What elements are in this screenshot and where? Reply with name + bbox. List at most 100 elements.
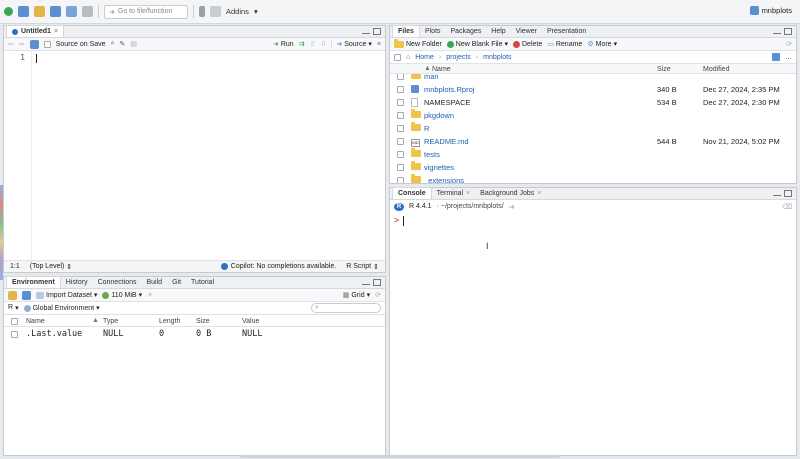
- tab-tutorial[interactable]: Tutorial: [186, 276, 219, 288]
- language-dropdown[interactable]: R ▾: [8, 304, 19, 312]
- tab-connections[interactable]: Connections: [93, 276, 142, 288]
- outline-icon[interactable]: ≡: [377, 41, 381, 48]
- tab-build[interactable]: Build: [142, 276, 168, 288]
- scope-dropdown[interactable]: (Top Level) ⇕: [30, 263, 73, 271]
- minimize-icon[interactable]: [362, 28, 370, 34]
- tab-packages[interactable]: Packages: [446, 25, 487, 37]
- table-row[interactable]: .Last.value NULL 0 0 B NULL: [4, 328, 385, 341]
- go-down-icon[interactable]: ⇩: [320, 40, 326, 48]
- rename-button[interactable]: ▭ Rename: [547, 40, 582, 49]
- file-name[interactable]: tests: [424, 150, 440, 159]
- env-search-input[interactable]: ⌕: [311, 303, 381, 313]
- list-item[interactable]: mnbplots.Rproj 340 B Dec 27, 2024, 2:35 PM: [390, 83, 796, 96]
- close-icon[interactable]: ×: [466, 190, 470, 197]
- clear-console-icon[interactable]: ⌫: [782, 203, 792, 211]
- refresh-icon[interactable]: ⟳: [786, 40, 792, 48]
- tab-history[interactable]: History: [61, 276, 93, 288]
- select-all-checkbox[interactable]: [11, 318, 18, 325]
- list-item[interactable]: _extensions: [390, 174, 796, 183]
- maximize-icon[interactable]: [784, 190, 792, 197]
- file-name[interactable]: _extensions: [424, 176, 464, 183]
- save-icon[interactable]: [50, 6, 61, 17]
- view-mode-dropdown[interactable]: ▦ Grid ▾: [343, 291, 370, 300]
- row-checkbox[interactable]: [397, 74, 404, 80]
- minimize-icon[interactable]: [773, 28, 781, 34]
- save-icon[interactable]: [29, 39, 39, 49]
- row-checkbox[interactable]: [397, 177, 404, 183]
- vcs-icon[interactable]: [199, 6, 205, 17]
- wand-icon[interactable]: ✎: [119, 40, 125, 48]
- maximize-icon[interactable]: [373, 279, 381, 286]
- open-file-icon[interactable]: [34, 6, 45, 17]
- go-up-icon[interactable]: ⇧: [310, 40, 316, 48]
- tab-viewer[interactable]: Viewer: [511, 25, 542, 37]
- tab-help[interactable]: Help: [486, 25, 510, 37]
- file-name[interactable]: README.md: [424, 137, 469, 146]
- memory-usage[interactable]: 110 MiB ▾: [102, 291, 142, 299]
- file-name[interactable]: R: [424, 124, 429, 133]
- close-icon[interactable]: ×: [537, 190, 541, 197]
- import-dataset-button[interactable]: Import Dataset ▾: [36, 291, 97, 299]
- search-icon[interactable]: ⌕: [111, 40, 115, 48]
- tab-environment[interactable]: Environment: [6, 276, 61, 288]
- source-button[interactable]: ➜ Source ▾: [331, 40, 372, 48]
- select-all-checkbox[interactable]: [394, 53, 401, 61]
- file-name[interactable]: vignettes: [424, 163, 454, 172]
- col-value[interactable]: Value: [242, 318, 259, 325]
- file-name[interactable]: mnbplots.Rproj: [424, 85, 474, 94]
- addins-menu[interactable]: Addins: [226, 7, 249, 16]
- col-modified[interactable]: Modified: [703, 66, 729, 73]
- col-length[interactable]: Length: [159, 318, 180, 325]
- row-checkbox[interactable]: [397, 99, 404, 106]
- col-size[interactable]: Size: [196, 318, 210, 325]
- goto-file-input[interactable]: ➜ Go to file/function: [104, 4, 188, 19]
- breadcrumb-mnbplots[interactable]: mnbplots: [483, 54, 511, 61]
- close-icon[interactable]: ×: [54, 28, 58, 35]
- list-item[interactable]: man: [390, 74, 796, 83]
- file-name[interactable]: NAMESPACE: [424, 98, 471, 107]
- row-checkbox[interactable]: [397, 112, 404, 119]
- breadcrumb-home[interactable]: Home: [415, 54, 434, 61]
- minimize-icon[interactable]: [362, 279, 370, 285]
- grid-layout-icon[interactable]: [210, 6, 221, 17]
- list-item[interactable]: NAMESPACE 534 B Dec 27, 2024, 2:30 PM: [390, 96, 796, 109]
- go-to-directory-icon[interactable]: ➜: [509, 203, 515, 211]
- col-name[interactable]: Name: [432, 66, 451, 73]
- tab-terminal[interactable]: Terminal ×: [432, 187, 476, 199]
- file-name[interactable]: pkgdown: [424, 111, 454, 120]
- row-checkbox[interactable]: [11, 331, 18, 338]
- row-checkbox[interactable]: [397, 125, 404, 132]
- home-icon[interactable]: ⌂: [406, 54, 410, 61]
- col-type[interactable]: Type: [103, 318, 118, 325]
- tab-console[interactable]: Console: [392, 187, 432, 199]
- file-type-dropdown[interactable]: R Script ⇕: [346, 263, 379, 271]
- console-output[interactable]: > I: [390, 215, 796, 455]
- project-menu[interactable]: mnbplots: [749, 6, 792, 15]
- run-button[interactable]: ➜ Run: [273, 40, 294, 49]
- new-project-icon[interactable]: [18, 6, 29, 17]
- row-checkbox[interactable]: [397, 138, 404, 145]
- breadcrumb-projects[interactable]: projects: [446, 54, 471, 61]
- tab-background-jobs[interactable]: Background Jobs ×: [475, 187, 546, 199]
- tab-files[interactable]: Files: [392, 25, 420, 37]
- print-icon[interactable]: [82, 6, 93, 17]
- open-folder-icon[interactable]: [8, 290, 17, 300]
- new-blank-file-button[interactable]: New Blank File ▾: [446, 40, 508, 48]
- list-item[interactable]: tests: [390, 148, 796, 161]
- back-arrow-icon[interactable]: ⇦: [8, 40, 14, 48]
- delete-button[interactable]: Delete: [513, 40, 542, 48]
- refresh-icon[interactable]: ⟳: [375, 291, 381, 299]
- file-name[interactable]: man: [424, 74, 439, 81]
- list-item[interactable]: R: [390, 122, 796, 135]
- minimize-icon[interactable]: [773, 190, 781, 196]
- forward-arrow-icon[interactable]: ⇨: [19, 40, 25, 48]
- save-icon[interactable]: [22, 290, 31, 300]
- ellipsis-icon[interactable]: …: [785, 54, 792, 61]
- environment-dropdown[interactable]: Global Environment ▾: [23, 304, 100, 312]
- list-item[interactable]: pkgdown: [390, 109, 796, 122]
- maximize-icon[interactable]: [373, 28, 381, 35]
- tab-untitled1[interactable]: Untitled1 ×: [6, 25, 65, 37]
- source-on-save-checkbox[interactable]: [43, 40, 51, 48]
- col-size[interactable]: Size: [657, 66, 671, 73]
- code-editor[interactable]: [33, 51, 385, 260]
